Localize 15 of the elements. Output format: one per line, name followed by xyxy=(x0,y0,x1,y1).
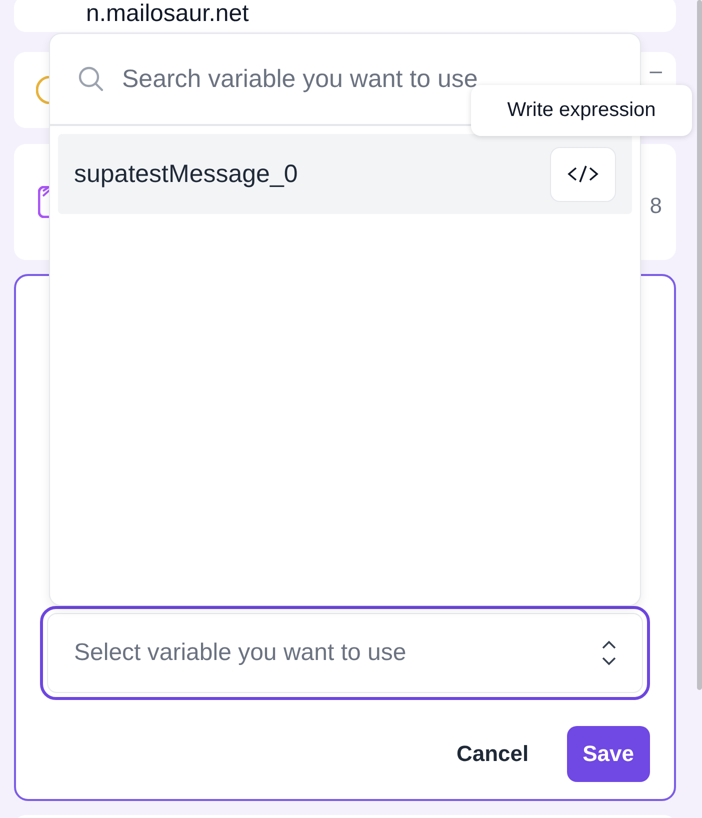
select-placeholder: Select variable you want to use xyxy=(74,639,406,667)
search-icon xyxy=(78,66,104,92)
host-text: n.mailosaur.net xyxy=(86,2,249,26)
card-value: 8 xyxy=(650,193,662,219)
code-button[interactable] xyxy=(550,146,616,202)
scrollbar[interactable] xyxy=(697,0,702,690)
save-button[interactable]: Save xyxy=(566,726,650,782)
card-value: – xyxy=(650,60,662,82)
select-field[interactable]: Select variable you want to use xyxy=(40,606,650,700)
cancel-button[interactable]: Cancel xyxy=(440,726,545,782)
document-icon xyxy=(38,186,50,218)
code-icon xyxy=(567,165,599,183)
variable-item[interactable]: supatestMessage_0 xyxy=(58,134,632,214)
chevron-updown-icon xyxy=(602,640,616,666)
variable-name: supatestMessage_0 xyxy=(74,160,298,188)
